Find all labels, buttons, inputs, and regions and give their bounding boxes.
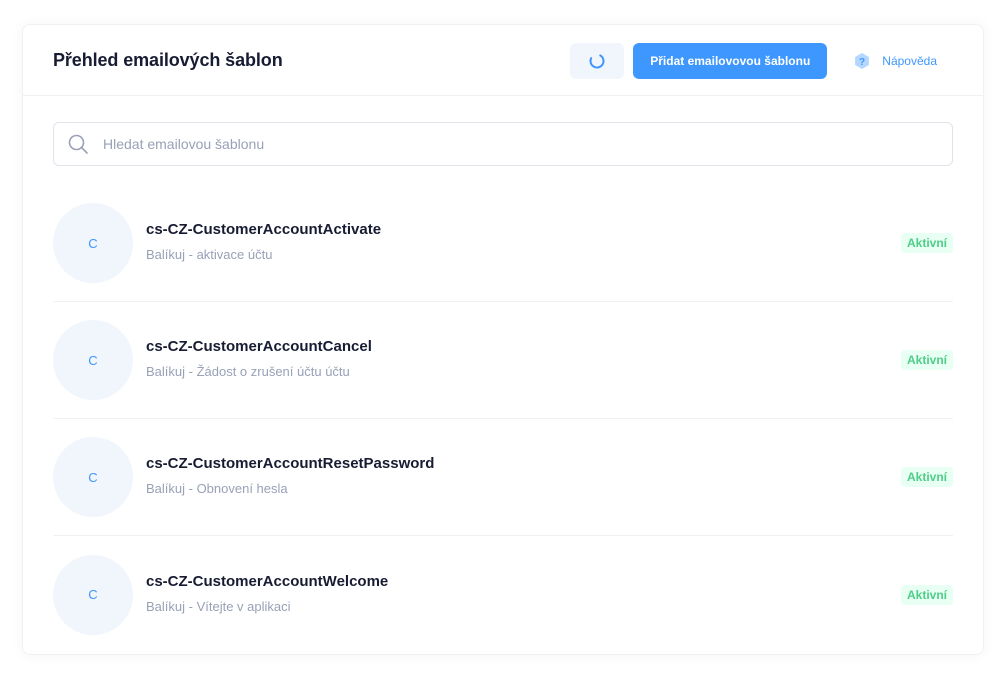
- toolbar: Přidat emailovovou šablonu ? Nápověda: [570, 25, 983, 96]
- avatar: C: [53, 320, 133, 400]
- avatar: C: [53, 203, 133, 283]
- add-template-button[interactable]: Přidat emailovovou šablonu: [633, 42, 828, 79]
- templates-card: Přehled emailových šablon Přidat emailov…: [22, 24, 984, 655]
- list-item[interactable]: C cs-CZ-CustomerAccountActivate Balíkuj …: [53, 185, 953, 302]
- card-header: Přehled emailových šablon Přidat emailov…: [23, 25, 983, 96]
- help-label: Nápověda: [882, 53, 937, 68]
- status-badge: Aktivní: [900, 233, 953, 253]
- template-name: cs-CZ-CustomerAccountCancel: [146, 338, 372, 355]
- status-badge: Aktivní: [900, 350, 953, 370]
- list-item[interactable]: C cs-CZ-CustomerAccountCancel Balíkuj - …: [53, 302, 953, 419]
- template-name: cs-CZ-CustomerAccountWelcome: [146, 572, 389, 590]
- list-item[interactable]: C cs-CZ-CustomerAccountResetPassword Bal…: [53, 419, 953, 536]
- refresh-button[interactable]: [570, 42, 625, 79]
- svg-text:?: ?: [859, 57, 865, 68]
- item-text: cs-CZ-CustomerAccountResetPassword Balík…: [146, 455, 434, 496]
- template-list: C cs-CZ-CustomerAccountActivate Balíkuj …: [53, 185, 953, 653]
- template-description: Balíkuj - Obnovení hesla: [146, 481, 288, 496]
- refresh-icon: [588, 52, 606, 70]
- card-body: C cs-CZ-CustomerAccountActivate Balíkuj …: [23, 96, 983, 653]
- template-name: cs-CZ-CustomerAccountResetPassword: [146, 455, 435, 472]
- search-icon: [68, 134, 89, 155]
- template-description: Balíkuj - Žádost o zrušení účtu účtu: [146, 364, 350, 379]
- avatar: C: [53, 554, 133, 635]
- item-text: cs-CZ-CustomerAccountCancel Balíkuj - Žá…: [146, 338, 372, 379]
- item-text: cs-CZ-CustomerAccountWelcome Balíkuj - V…: [146, 573, 388, 614]
- search-box: [53, 122, 953, 166]
- list-item[interactable]: C cs-CZ-CustomerAccountWelcome Balíkuj -…: [53, 536, 953, 653]
- avatar: C: [53, 437, 133, 517]
- item-text: cs-CZ-CustomerAccountActivate Balíkuj - …: [146, 221, 381, 262]
- search-input[interactable]: [103, 123, 952, 165]
- template-description: Balíkuj - aktivace účtu: [146, 247, 273, 262]
- question-icon: ?: [853, 52, 871, 70]
- page-title: Přehled emailových šablon: [53, 49, 283, 70]
- template-name: cs-CZ-CustomerAccountActivate: [146, 221, 382, 238]
- status-badge: Aktivní: [900, 467, 953, 487]
- template-description: Balíkuj - Vítejte v aplikaci: [146, 598, 291, 614]
- help-link[interactable]: ? Nápověda: [853, 52, 937, 70]
- status-badge: Aktivní: [900, 584, 953, 605]
